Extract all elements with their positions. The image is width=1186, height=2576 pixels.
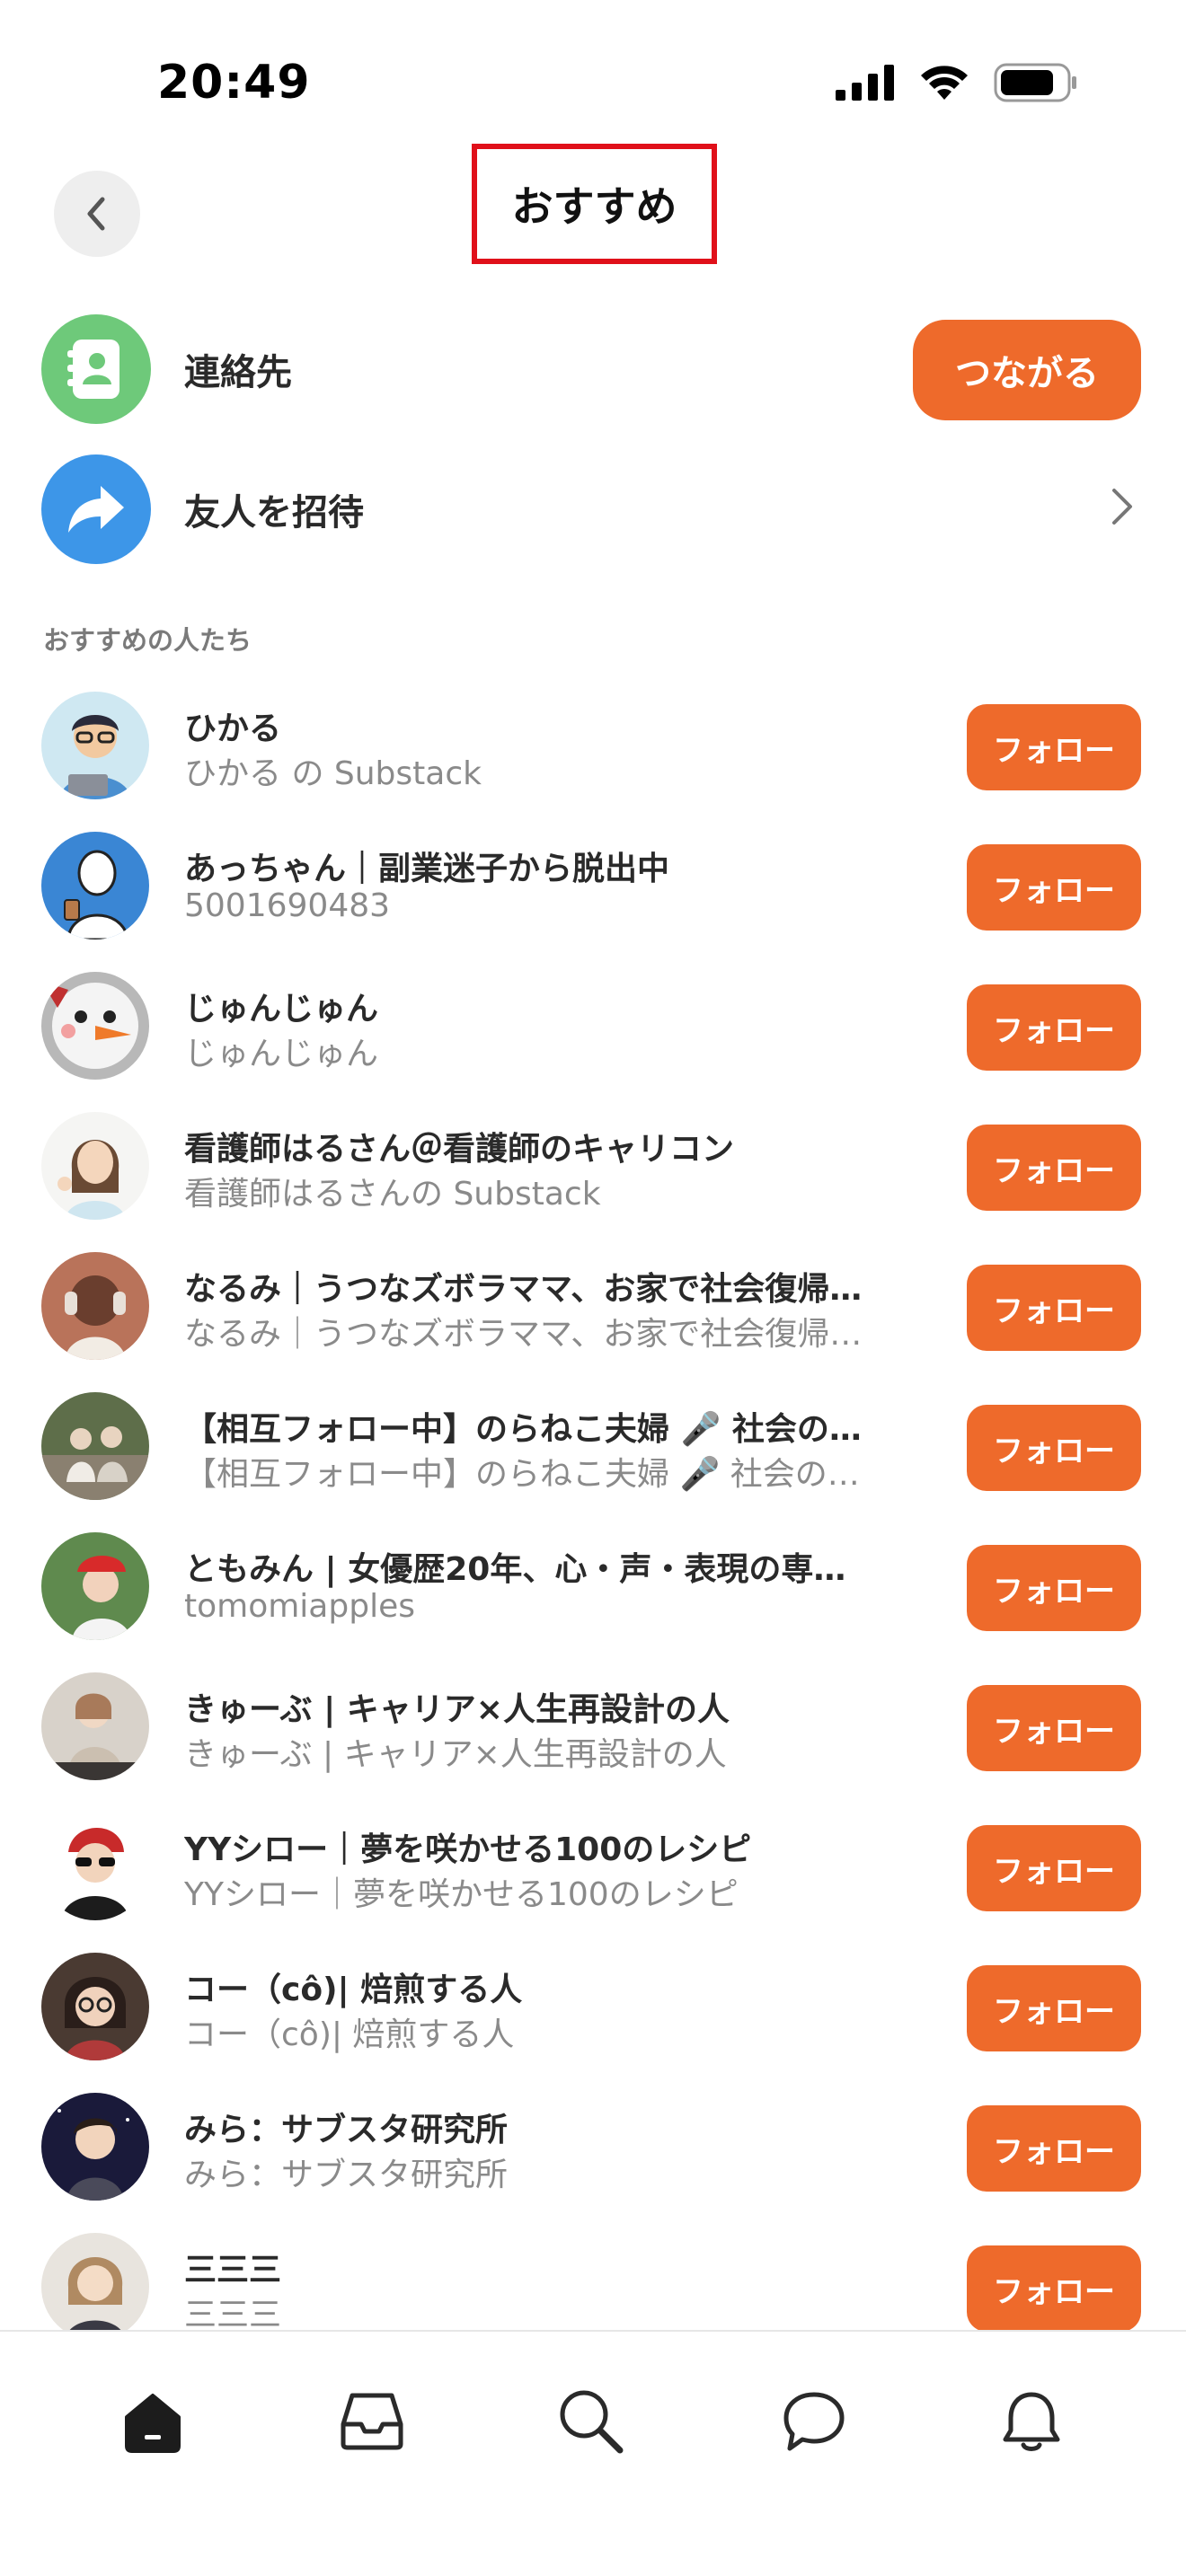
user-row[interactable]: ひかる ひかる の Substack フォロー [0,665,1186,805]
wifi-icon [921,66,968,100]
user-name: ともみん | 女優歴20年、心・声・表現の専… [184,1551,846,1588]
user-name: コー（cô)| 焙煎する人 [184,1972,523,2008]
title-highlight-box: おすすめ [472,144,717,264]
follow-button[interactable]: フォロー [967,1545,1141,1631]
user-subtitle: 看護師はるさんの Substack [184,1176,601,1213]
user-subtitle: tomomiapples [184,1588,415,1625]
user-subtitle: きゅーぶ | キャリア×人生再設計の人 [184,1736,727,1773]
contact-book-icon [41,314,151,424]
invite-friends-row[interactable]: 友人を招待 [0,451,1186,568]
user-subtitle: 三三三 [184,2297,282,2333]
avatar [41,692,149,799]
page-title: おすすめ [511,182,677,231]
user-row[interactable]: コー（cô)| 焙煎する人 コー（cô)| 焙煎する人 フォロー [0,1926,1186,2066]
user-row[interactable]: じゅんじゅん じゅんじゅん フォロー [0,945,1186,1085]
bell-icon [1003,2392,1060,2451]
user-row[interactable]: 三三三 三三三 フォロー [0,2206,1186,2346]
tab-chat[interactable] [769,2377,859,2466]
user-name: 【相互フォロー中】のらねこ夫婦 🎤 社会の普… [184,1411,885,1448]
invite-label: 友人を招待 [184,492,364,534]
avatar [41,1112,149,1220]
signal-icon [836,65,894,101]
follow-button[interactable]: フォロー [967,1825,1141,1911]
avatar [41,1953,149,2060]
user-name: あっちゃん｜副業迷子から脱出中 [184,851,670,887]
user-row[interactable]: あっちゃん｜副業迷子から脱出中 5001690483 フォロー [0,805,1186,945]
share-arrow-icon [41,454,151,564]
chevron-left-icon [87,197,105,231]
inbox-icon [341,2393,403,2450]
avatar [41,2233,149,2341]
user-row[interactable]: きゅーぶ | キャリア×人生再設計の人 きゅーぶ | キャリア×人生再設計の人 … [0,1645,1186,1786]
tab-inbox[interactable] [327,2377,417,2466]
follow-button[interactable]: フォロー [967,704,1141,790]
home-icon [125,2394,181,2453]
follow-button[interactable]: フォロー [967,2245,1141,2332]
user-subtitle: じゅんじゅん [184,1036,379,1072]
user-subtitle: 5001690483 [184,887,391,924]
user-row[interactable]: 看護師はるさん＠看護師のキャリコン 看護師はるさんの Substack フォロー [0,1085,1186,1225]
section-title: おすすめの人たち [43,625,252,656]
tab-home[interactable] [108,2377,198,2466]
battery-icon [994,63,1076,102]
user-row[interactable]: 【相互フォロー中】のらねこ夫婦 🎤 社会の普… 【相互フォロー中】のらねこ夫婦 … [0,1365,1186,1505]
user-subtitle: YYシロー｜夢を咲かせる100のレシピ [184,1876,739,1913]
follow-button[interactable]: フォロー [967,984,1141,1071]
search-icon [560,2390,624,2454]
user-name: じゅんじゅん [184,991,379,1028]
user-name: きゅーぶ | キャリア×人生再設計の人 [184,1691,730,1728]
user-name: YYシロー｜夢を咲かせる100のレシピ [184,1831,752,1868]
avatar [41,1532,149,1640]
user-row[interactable]: YYシロー｜夢を咲かせる100のレシピ YYシロー｜夢を咲かせる100のレシピ … [0,1786,1186,1926]
user-row[interactable]: なるみ｜うつなズボラママ、お家で社会復帰… なるみ｜うつなズボラママ、お家で社会… [0,1225,1186,1365]
contacts-label: 連絡先 [184,352,292,393]
user-name: みら：サブスタ研究所 [184,2112,509,2148]
user-list: ひかる ひかる の Substack フォロー あっちゃん｜副業迷子から脱出中 … [0,665,1186,2346]
avatar [41,2093,149,2201]
user-subtitle: みら：サブスタ研究所 [184,2157,509,2193]
user-name: 看護師はるさん＠看護師のキャリコン [184,1131,735,1168]
avatar [41,972,149,1080]
avatar [41,1392,149,1500]
follow-button[interactable]: フォロー [967,1265,1141,1351]
follow-button[interactable]: フォロー [967,1405,1141,1491]
user-subtitle: 【相互フォロー中】のらねこ夫婦 🎤 社会の普… [184,1456,885,1493]
chevron-right-icon [1112,489,1132,525]
follow-button[interactable]: フォロー [967,1125,1141,1211]
user-row[interactable]: ともみん | 女優歴20年、心・声・表現の専… tomomiapples フォロ… [0,1505,1186,1645]
status-time: 20:49 [157,56,311,110]
connect-button[interactable]: つながる [913,320,1141,420]
follow-button[interactable]: フォロー [967,1685,1141,1771]
back-button[interactable] [54,171,140,257]
user-subtitle: コー（cô)| 焙煎する人 [184,2016,515,2053]
header: おすすめ [0,144,1186,269]
user-subtitle: ひかる の Substack [184,755,482,792]
follow-button[interactable]: フォロー [967,2105,1141,2192]
follow-button[interactable]: フォロー [967,844,1141,931]
avatar [41,1672,149,1780]
user-name: ひかる [184,710,282,747]
tab-notifications[interactable] [987,2377,1076,2466]
avatar [41,1252,149,1360]
tab-search[interactable] [546,2377,636,2466]
user-row[interactable]: みら：サブスタ研究所 みら：サブスタ研究所 フォロー [0,2066,1186,2206]
status-icons [836,63,1078,102]
avatar [41,832,149,940]
follow-button[interactable]: フォロー [967,1965,1141,2051]
contacts-row: 連絡先 つながる [0,311,1186,428]
bottom-tab-bar [0,2330,1186,2576]
status-bar: 20:49 [0,0,1186,144]
avatar [41,1813,149,1920]
chat-icon [783,2392,845,2451]
user-name: 三三三 [184,2252,282,2289]
user-subtitle: なるみ｜うつなズボラママ、お家で社会復帰… [184,1316,863,1353]
user-name: なるみ｜うつなズボラママ、お家で社会復帰… [184,1271,863,1308]
